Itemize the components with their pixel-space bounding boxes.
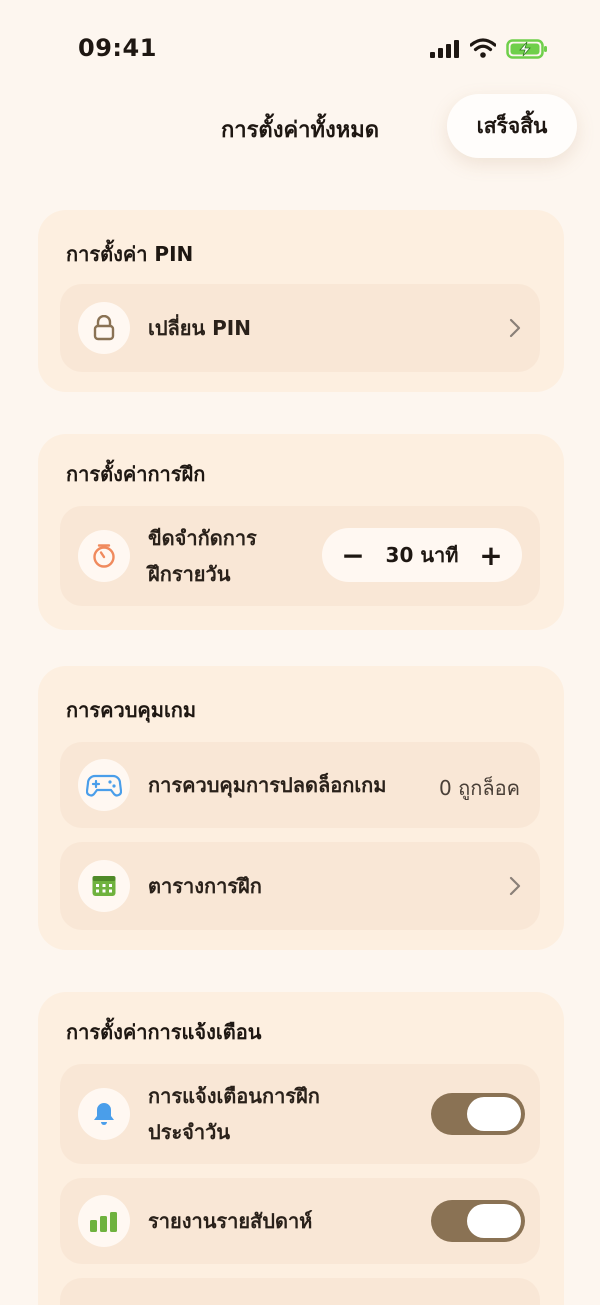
daily-reminder-label-line1: การแจ้งเตือนการฝึก: [148, 1084, 320, 1108]
gamepad-icon: [78, 759, 130, 811]
timer-icon: [78, 530, 130, 582]
unlock-control-label: การควบคุมการปลดล็อกเกม: [148, 773, 387, 797]
weekly-report-row: รายงานรายสัปดาห์: [60, 1178, 540, 1264]
done-button[interactable]: เสร็จสิ้น: [447, 94, 577, 158]
daily-limit-label-line2: ฝึกรายวัน: [148, 562, 231, 586]
daily-limit-stepper: − 30 นาที +: [322, 528, 522, 582]
daily-reminder-toggle[interactable]: [431, 1093, 525, 1135]
daily-limit-value: 30 นาที: [385, 543, 459, 567]
change-pin-label: เปลี่ยน PIN: [148, 316, 251, 340]
daily-reminder-label-line2: ประจำวัน: [148, 1120, 231, 1144]
game-control-card: การควบคุมเกม การควบคุมการปลดล็อกเกม 0 ถู…: [38, 666, 564, 950]
schedule-row[interactable]: ตารางการฝึก: [60, 842, 540, 930]
section-title: การตั้งค่าการแจ้งเตือน: [66, 1020, 262, 1044]
section-title: การตั้งค่าการฝึก: [66, 462, 206, 486]
increment-button[interactable]: +: [464, 528, 518, 582]
daily-limit-row: ขีดจำกัดการ ฝึกรายวัน − 30 นาที +: [60, 506, 540, 606]
list-item: [60, 1278, 540, 1305]
signal-icon: [430, 40, 459, 58]
chevron-right-icon: [509, 318, 521, 338]
weekly-report-toggle[interactable]: [431, 1200, 525, 1242]
toggle-knob: [467, 1204, 521, 1238]
locked-count: 0 ถูกล็อค: [439, 776, 520, 800]
chevron-right-icon: [509, 876, 521, 896]
section-title: การตั้งค่า PIN: [66, 242, 194, 266]
schedule-label: ตารางการฝึก: [148, 874, 262, 898]
change-pin-row[interactable]: เปลี่ยน PIN: [60, 284, 540, 372]
decrement-button[interactable]: −: [326, 528, 380, 582]
toggle-knob: [467, 1097, 521, 1131]
status-time: 09:41: [78, 34, 157, 62]
calendar-icon: [78, 860, 130, 912]
pin-settings-card: การตั้งค่า PIN เปลี่ยน PIN: [38, 210, 564, 392]
daily-reminder-row: การแจ้งเตือนการฝึก ประจำวัน: [60, 1064, 540, 1164]
unlock-control-row[interactable]: การควบคุมการปลดล็อกเกม 0 ถูกล็อค: [60, 742, 540, 828]
lock-icon: [78, 302, 130, 354]
bar-chart-icon: [78, 1195, 130, 1247]
weekly-report-label: รายงานรายสัปดาห์: [148, 1209, 313, 1233]
daily-limit-label-line1: ขีดจำกัดการ: [148, 526, 257, 550]
wifi-icon: [470, 38, 496, 58]
bell-icon: [78, 1088, 130, 1140]
section-title: การควบคุมเกม: [66, 698, 197, 722]
battery-charging-icon: [506, 39, 547, 59]
status-bar: 09:41: [0, 0, 600, 90]
notification-settings-card: การตั้งค่าการแจ้งเตือน การแจ้งเตือนการฝึ…: [38, 992, 564, 1305]
practice-settings-card: การตั้งค่าการฝึก ขีดจำกัดการ ฝึกรายวัน −…: [38, 434, 564, 630]
